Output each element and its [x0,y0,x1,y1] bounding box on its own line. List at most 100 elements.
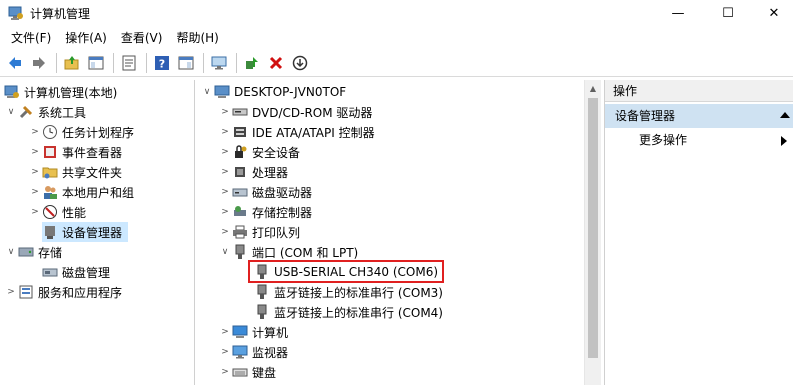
computer-management-icon [4,84,20,100]
uninstall-device-button[interactable] [265,52,287,74]
port-device[interactable]: 蓝牙链接上的标准串行 (COM3) [254,282,443,302]
show-hide-action-pane-icon [178,56,194,70]
submenu-triangle-icon[interactable] [781,136,787,146]
menu-action[interactable]: 操作(A) [58,28,114,48]
scroll-up-arrow-icon[interactable]: ▲ [585,80,601,96]
tree-disk-management[interactable]: 磁盘管理 [42,262,110,282]
device-category[interactable]: > 存储控制器 [218,202,312,222]
toolbar-separator [146,53,147,73]
expand-chevron-icon[interactable]: > [218,322,232,342]
uninstall-x-icon [269,56,283,70]
expand-chevron-icon[interactable]: > [218,342,232,362]
maximize-button[interactable]: ☐ [705,0,751,26]
tree-item-label: 性能 [62,205,87,220]
tree-item-label: 本地用户和组 [62,185,135,200]
expand-chevron-icon[interactable]: > [218,182,232,202]
up-folder-icon [64,56,79,70]
show-hide-tree-icon [88,56,104,70]
device-category[interactable]: > 处理器 [218,162,288,182]
menu-file[interactable]: 文件(F) [4,28,58,48]
expand-chevron-icon[interactable]: > [218,362,232,382]
device-category[interactable]: > 监视器 [218,342,288,362]
tree-task-scheduler[interactable]: > 任务计划程序 [28,122,134,142]
device-category[interactable]: > 计算机 [218,322,288,342]
actions-header: 操作 [605,80,793,102]
tree-event-viewer[interactable]: > 事件查看器 [28,142,122,162]
port-icon [254,284,270,300]
expand-chevron-icon[interactable]: > [218,162,232,182]
expand-chevron-icon[interactable]: > [4,282,18,302]
port-device-label: 蓝牙链接上的标准串行 (COM3) [274,285,443,300]
expand-chevron-icon[interactable]: > [28,122,42,142]
tree-system-tools[interactable]: ∨ 系统工具 [4,102,86,122]
actions-pane: 操作 设备管理器 更多操作 [604,80,793,385]
tree-shared-folders[interactable]: > 共享文件夹 [28,162,122,182]
device-category[interactable]: > IDE ATA/ATAPI 控制器 [218,122,374,142]
device-category[interactable]: > DVD/CD-ROM 驱动器 [218,102,372,122]
collapse-chevron-icon[interactable]: ∨ [218,242,232,262]
dvd-drive-icon [232,104,248,120]
properties-button[interactable] [118,52,140,74]
expand-chevron-icon[interactable]: > [28,202,42,222]
expand-chevron-icon[interactable]: > [28,162,42,182]
port-device[interactable]: 蓝牙链接上的标准串行 (COM4) [254,302,443,322]
up-level-button[interactable] [61,52,83,74]
expand-chevron-icon[interactable]: > [28,182,42,202]
close-button[interactable]: ✕ [751,0,793,26]
collapse-chevron-icon[interactable]: ∨ [4,242,18,262]
expand-chevron-icon[interactable]: > [218,122,232,142]
toolbar-separator [203,53,204,73]
tree-root-label: 计算机管理(本地) [24,85,118,100]
toolbar-separator [236,53,237,73]
device-tree: ∨ DESKTOP-JVN0TOF > DVD/CD-ROM 驱动器 > IDE… [196,80,600,385]
help-button[interactable]: ? [151,52,173,74]
performance-icon [42,204,58,220]
tree-performance[interactable]: > 性能 [28,202,86,222]
menu-view[interactable]: 查看(V) [114,28,170,48]
tree-storage[interactable]: ∨ 存储 [4,242,62,262]
expand-chevron-icon[interactable]: > [218,142,232,162]
more-actions-item[interactable]: 更多操作 [639,131,687,148]
ide-controller-icon [232,124,248,140]
back-button[interactable] [4,52,26,74]
device-category[interactable]: > 键盘 [218,362,276,382]
device-category-ports[interactable]: ∨ 端口 (COM 和 LPT) [218,242,358,262]
tree-system-tools-label: 系统工具 [38,105,87,120]
scrollbar-thumb[interactable] [588,98,598,358]
disk-drive-icon [232,184,248,200]
monitor-icon [232,344,248,360]
device-category-label: 打印队列 [252,225,301,240]
show-hide-action-pane-button[interactable] [175,52,197,74]
expand-chevron-icon[interactable]: > [28,142,42,162]
tree-root[interactable]: 计算机管理(本地) [4,82,117,102]
show-hide-tree-button[interactable] [85,52,107,74]
tree-services-apps[interactable]: > 服务和应用程序 [4,282,122,302]
device-category[interactable]: > 磁盘驱动器 [218,182,312,202]
menu-help[interactable]: 帮助(H) [169,28,225,48]
tools-icon [18,104,34,120]
tree-local-users[interactable]: > 本地用户和组 [28,182,134,202]
update-driver-icon [246,57,258,69]
properties-icon [122,55,136,71]
enable-device-button[interactable] [289,52,311,74]
actions-section-device-manager[interactable]: 设备管理器 [605,104,793,128]
device-tree-root[interactable]: ∨ DESKTOP-JVN0TOF [200,82,346,102]
clock-icon [42,124,58,140]
scan-hardware-button[interactable] [208,52,230,74]
device-tree-scrollbar[interactable]: ▲ [584,80,601,385]
expand-chevron-icon[interactable]: > [218,222,232,242]
expand-chevron-icon[interactable]: > [218,102,232,122]
collapse-triangle-icon[interactable] [780,112,790,118]
update-driver-button[interactable] [241,52,263,74]
device-category-label: 计算机 [252,325,289,340]
toolbar: ? [0,50,793,77]
device-category[interactable]: > 打印队列 [218,222,300,242]
collapse-chevron-icon[interactable]: ∨ [4,102,18,122]
forward-button[interactable] [28,52,50,74]
tree-device-manager[interactable]: 设备管理器 [42,222,128,242]
minimize-button[interactable]: — [655,0,701,26]
expand-chevron-icon[interactable]: > [218,202,232,222]
device-category[interactable]: > 安全设备 [218,142,300,162]
device-category-label: 磁盘驱动器 [252,185,313,200]
collapse-chevron-icon[interactable]: ∨ [200,82,214,102]
